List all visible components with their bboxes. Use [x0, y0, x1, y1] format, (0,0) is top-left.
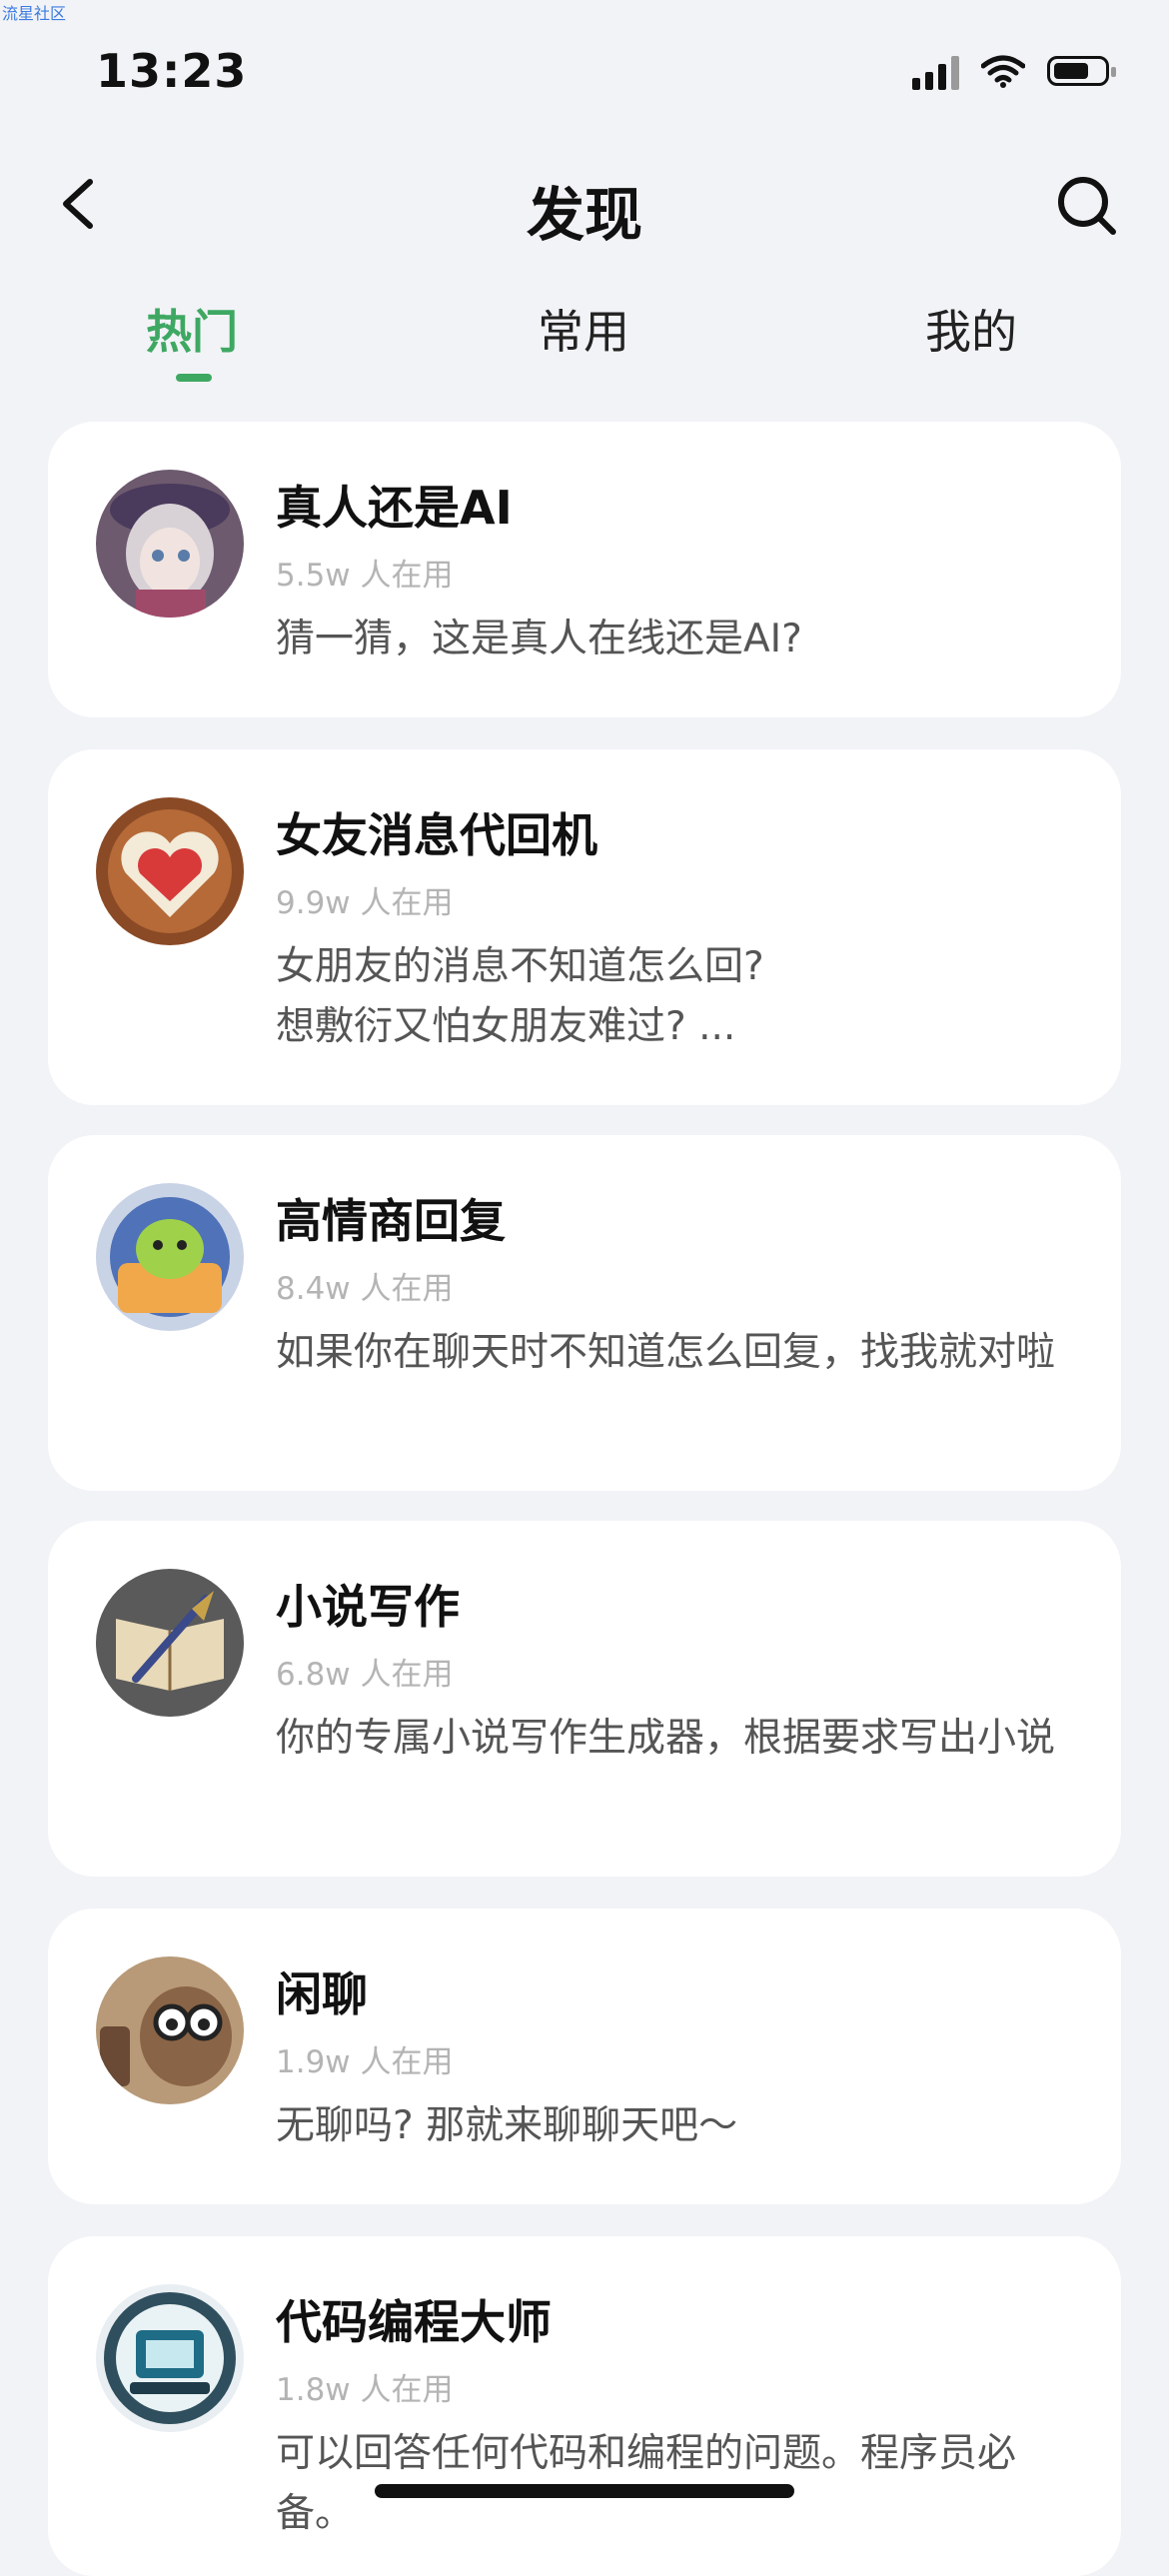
card-users: 5.5w 人在用 [276, 558, 454, 594]
tab-mine[interactable]: 我的 [925, 296, 1017, 362]
tab-hot[interactable]: 热门 [146, 296, 238, 362]
avatar [96, 1956, 244, 2104]
card-name: 闲聊 [276, 1967, 368, 2021]
status-bar: 13:23 [0, 0, 1169, 140]
avatar [96, 1569, 244, 1717]
card-desc: 女朋友的消息不知道怎么回? 想敷衍又怕女朋友难过? ... [276, 944, 764, 1049]
avatar [96, 470, 244, 618]
bot-card[interactable]: 真人还是AI 5.5w 人在用 猜一猜，这是真人在线还是AI? [48, 422, 1121, 717]
card-name: 真人还是AI [276, 481, 513, 535]
bot-card[interactable]: 女友消息代回机 9.9w 人在用 女朋友的消息不知道怎么回? 想敷衍又怕女朋友难… [48, 749, 1121, 1105]
page-title: 发现 [526, 181, 642, 249]
card-desc: 如果你在聊天时不知道怎么回复，找我就对啦 [276, 1330, 1056, 1375]
card-name: 小说写作 [276, 1580, 460, 1634]
tab-indicator [176, 374, 212, 382]
status-time: 13:23 [96, 44, 248, 98]
card-desc: 猜一猜，这是真人在线还是AI? [276, 617, 802, 661]
search-icon[interactable] [1053, 172, 1119, 238]
card-name: 女友消息代回机 [276, 808, 597, 862]
nav-bar: 发现 [0, 160, 1169, 250]
bot-card[interactable]: 高情商回复 8.4w 人在用 如果你在聊天时不知道怎么回复，找我就对啦 [48, 1135, 1121, 1491]
card-users: 9.9w 人在用 [276, 885, 454, 921]
bot-card[interactable]: 小说写作 6.8w 人在用 你的专属小说写作生成器，根据要求写出小说 [48, 1521, 1121, 1877]
avatar [96, 797, 244, 945]
card-users: 6.8w 人在用 [276, 1657, 454, 1693]
card-users: 1.9w 人在用 [276, 2044, 454, 2080]
battery-icon [1047, 56, 1116, 86]
card-desc: 无聊吗? 那就来聊聊天吧～ [276, 2103, 738, 2148]
status-icons [912, 52, 1116, 90]
signal-icon [912, 52, 959, 90]
card-name: 高情商回复 [276, 1194, 506, 1248]
tab-common[interactable]: 常用 [538, 296, 629, 362]
bot-card[interactable]: 闲聊 1.9w 人在用 无聊吗? 那就来聊聊天吧～ [48, 1909, 1121, 2204]
card-desc: 你的专属小说写作生成器，根据要求写出小说 [276, 1716, 1056, 1761]
avatar [96, 2284, 244, 2432]
wifi-icon [981, 55, 1025, 88]
card-name: 代码编程大师 [276, 2295, 552, 2349]
bot-card[interactable]: 代码编程大师 1.8w 人在用 可以回答任何代码和编程的问题。程序员必备。 [48, 2236, 1121, 2576]
card-users: 1.8w 人在用 [276, 2372, 454, 2408]
home-indicator[interactable] [375, 2484, 794, 2498]
card-users: 8.4w 人在用 [276, 1271, 454, 1307]
avatar [96, 1183, 244, 1331]
tab-bar: 热门 常用 我的 [0, 290, 1169, 390]
